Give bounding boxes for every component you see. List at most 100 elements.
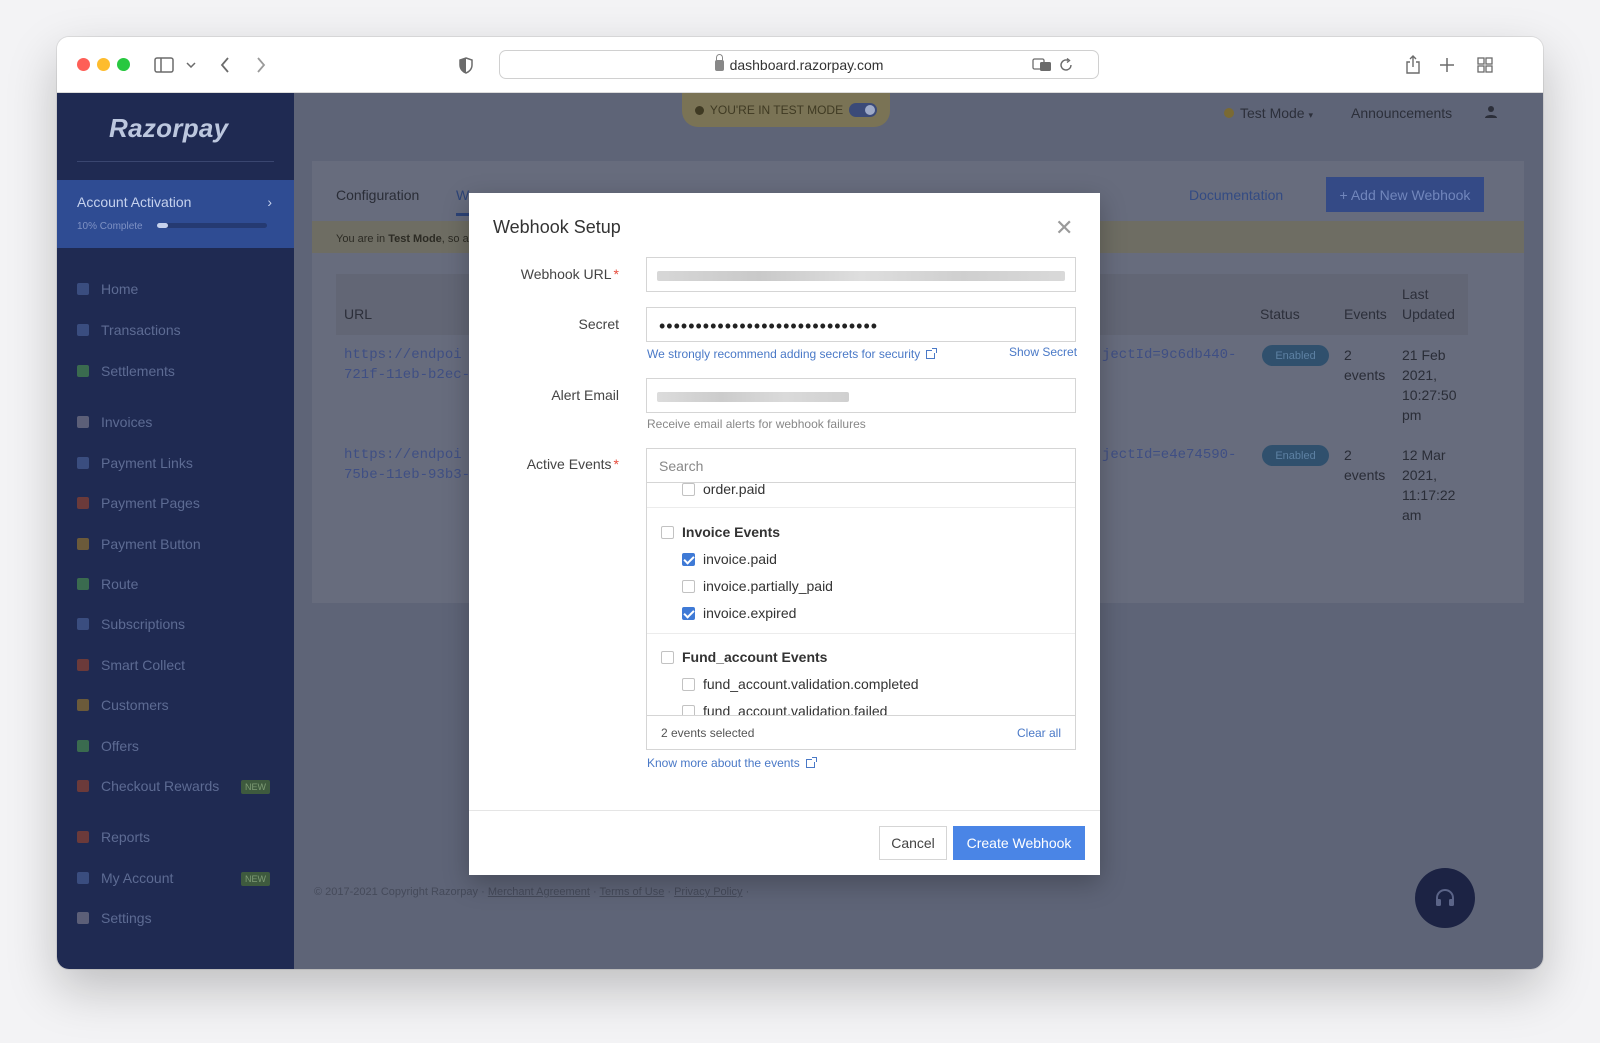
events-selected-count: 2 events selected (661, 726, 755, 740)
close-window-button[interactable] (77, 58, 90, 71)
row1-events-label: events (1344, 367, 1386, 383)
event-checkbox[interactable] (682, 483, 695, 496)
sidebar-item-my-account[interactable]: My Account (77, 867, 173, 889)
new-tab-icon[interactable] (1437, 53, 1457, 77)
cancel-button[interactable]: Cancel (879, 826, 947, 860)
zoom-window-button[interactable] (117, 58, 130, 71)
back-arrow-icon[interactable] (217, 53, 233, 77)
event-checkbox[interactable] (682, 552, 695, 566)
row1-updated-1: 21 Feb (1402, 347, 1446, 363)
activation-progress-label: 10% Complete (77, 221, 143, 232)
row2-url-tail[interactable]: jectId=e4e74590- (1102, 445, 1236, 465)
offers-icon (77, 740, 89, 752)
event-checkbox[interactable] (682, 677, 695, 691)
chevron-down-icon[interactable] (185, 53, 197, 77)
row2-url-line2[interactable]: 75be-11eb-93b3- (344, 465, 470, 485)
row1-status-badge: Enabled (1262, 345, 1329, 366)
gear-icon (77, 912, 89, 924)
secret-recommendation-link[interactable]: We strongly recommend adding secrets for… (647, 347, 938, 361)
sidebar-divider (77, 161, 274, 162)
modal-footer-divider (469, 810, 1100, 811)
event-checkbox[interactable] (682, 606, 695, 620)
terms-of-use-link[interactable]: Terms of Use (600, 886, 665, 898)
tab-overview-icon[interactable] (1475, 53, 1495, 77)
required-marker: * (613, 456, 619, 472)
events-list[interactable]: order.paid Invoice Events invoice.paid invo… (647, 483, 1075, 715)
alert-email-input[interactable] (646, 378, 1076, 413)
documentation-link[interactable]: Documentation (1189, 187, 1283, 203)
privacy-policy-link[interactable]: Privacy Policy (674, 886, 742, 898)
user-icon[interactable] (1484, 105, 1498, 122)
sidebar-item-invoices[interactable]: Invoices (77, 411, 152, 433)
settlements-icon (77, 365, 89, 377)
address-bar[interactable]: dashboard.razorpay.com (499, 50, 1099, 79)
row1-url-tail[interactable]: jectId=9c6db440- (1102, 345, 1236, 365)
reload-icon[interactable] (1057, 53, 1075, 77)
event-label: order.paid (703, 483, 766, 497)
support-headset-button[interactable] (1415, 868, 1475, 928)
event-row[interactable]: fund_account.validation.completed (682, 676, 919, 692)
secret-input[interactable]: •••••••••••••••••••••••••••••• (646, 307, 1076, 342)
privacy-shield-icon[interactable] (457, 53, 475, 77)
event-row[interactable]: order.paid (682, 483, 765, 497)
events-search-input[interactable]: Search (647, 449, 1075, 483)
test-mode-toggle[interactable] (849, 103, 878, 117)
sidebar-item-customers[interactable]: Customers (77, 694, 169, 716)
event-group-row[interactable]: Fund_account Events (661, 649, 827, 665)
minimize-window-button[interactable] (97, 58, 110, 71)
announcements-link[interactable]: Announcements (1351, 105, 1452, 121)
razorpay-logo[interactable]: Razorpay (109, 113, 228, 144)
event-checkbox[interactable] (682, 579, 695, 593)
app-area: Razorpay Account Activation › 10% Comple… (57, 93, 1543, 969)
sidebar-item-settings[interactable]: Settings (77, 907, 152, 929)
sidebar-item-route[interactable]: Route (77, 573, 138, 595)
account-activation-card[interactable]: Account Activation › 10% Complete (57, 180, 294, 248)
sidebar-toggle-icon[interactable] (153, 53, 175, 77)
sidebar-item-payment-button[interactable]: Payment Button (77, 533, 201, 555)
sidebar-item-transactions[interactable]: Transactions (77, 319, 181, 341)
event-checkbox[interactable] (682, 704, 695, 715)
sidebar-item-home[interactable]: Home (77, 278, 138, 300)
event-group-row[interactable]: Invoice Events (661, 524, 780, 540)
external-link-icon (926, 348, 938, 359)
translate-icon[interactable] (1031, 53, 1053, 77)
add-new-webhook-button[interactable]: + Add New Webhook (1326, 177, 1484, 212)
row1-url-line2[interactable]: 721f-11eb-b2ec- (344, 365, 470, 385)
event-row[interactable]: fund_account.validation.failed (682, 703, 887, 715)
event-row[interactable]: invoice.partially_paid (682, 578, 833, 594)
row2-url-line1[interactable]: https://endpoi (344, 445, 462, 465)
clear-all-link[interactable]: Clear all (1017, 726, 1061, 740)
show-secret-link[interactable]: Show Secret (1009, 345, 1077, 359)
row1-url-line1[interactable]: https://endpoi (344, 345, 462, 365)
row2-updated-2: 2021, (1402, 467, 1438, 483)
create-webhook-button[interactable]: Create Webhook (953, 826, 1085, 860)
activation-progress-fill (157, 223, 168, 228)
sidebar-item-settlements[interactable]: Settlements (77, 360, 175, 382)
mode-dropdown[interactable]: Test Mode ▾ (1224, 105, 1313, 121)
merchant-agreement-link[interactable]: Merchant Agreement (488, 886, 590, 898)
sidebar-item-smart-collect[interactable]: Smart Collect (77, 654, 185, 676)
webhook-url-label-text: Webhook URL (520, 266, 612, 282)
event-label: fund_account.validation.completed (703, 676, 919, 692)
know-more-events-link[interactable]: Know more about the events (647, 756, 817, 770)
sidebar-item-reports[interactable]: Reports (77, 826, 150, 848)
forward-arrow-icon[interactable] (253, 53, 269, 77)
event-row[interactable]: invoice.paid (682, 551, 777, 567)
sidebar-item-offers[interactable]: Offers (77, 735, 139, 757)
sidebar-item-payment-pages[interactable]: Payment Pages (77, 492, 200, 514)
sidebar-item-subscriptions[interactable]: Subscriptions (77, 613, 185, 635)
webhook-url-input[interactable] (646, 257, 1076, 292)
tab-configuration[interactable]: Configuration (336, 187, 419, 203)
share-icon[interactable] (1403, 53, 1423, 77)
bank-icon (77, 659, 89, 671)
event-row[interactable]: invoice.expired (682, 605, 796, 621)
tab-webhooks[interactable]: W (456, 187, 469, 203)
sidebar-item-checkout-rewards[interactable]: Checkout Rewards (77, 775, 219, 797)
sidebar-item-label: Settlements (101, 363, 175, 379)
footer-copyright: © 2017-2021 Copyright Razorpay · (314, 886, 488, 898)
event-checkbox[interactable] (661, 525, 674, 539)
sidebar-item-payment-links[interactable]: Payment Links (77, 452, 193, 474)
event-label: fund_account.validation.failed (703, 703, 888, 715)
close-icon[interactable]: ✕ (1055, 217, 1073, 239)
event-checkbox[interactable] (661, 650, 674, 664)
